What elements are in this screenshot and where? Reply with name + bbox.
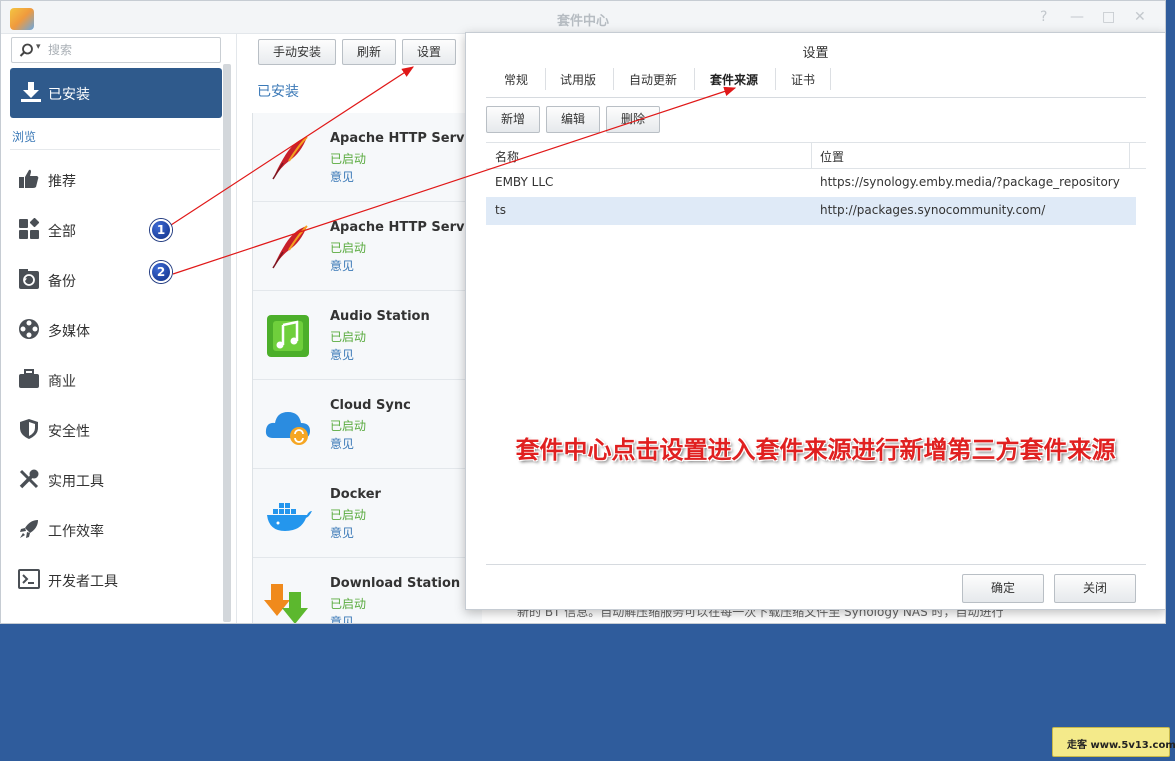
annotation-arrows: [170, 66, 737, 275]
step-marker-1: 1: [150, 219, 172, 241]
arrow-to-settings: [170, 66, 415, 226]
watermark-text: 走客 www.5v13.com: [1067, 740, 1175, 751]
arrow-to-package-sources: [172, 86, 737, 275]
watermark: 走客 www.5v13.com: [1052, 727, 1175, 757]
step-marker-2: 2: [150, 261, 172, 283]
